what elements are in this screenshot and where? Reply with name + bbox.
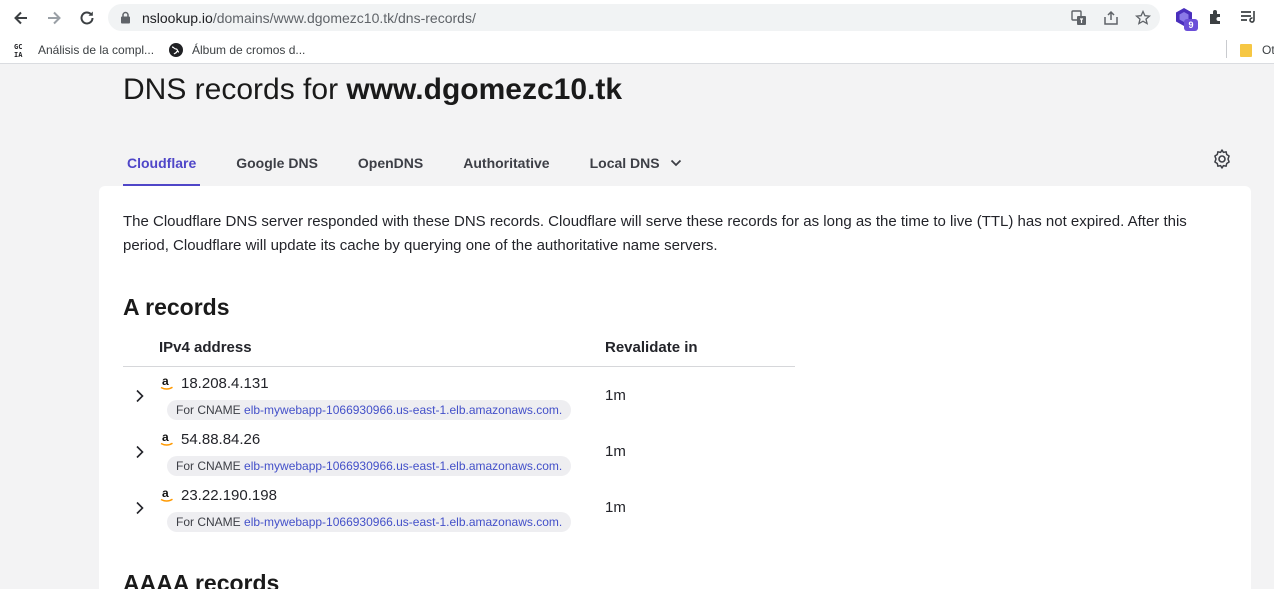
tab-google-dns[interactable]: Google DNS	[232, 140, 322, 186]
amazon-icon: a	[160, 431, 174, 447]
ai-icon: GC IA	[14, 42, 30, 58]
bookmark-label: Análisis de la compl...	[38, 43, 155, 57]
amazon-icon: a	[160, 487, 174, 503]
svg-text:a: a	[162, 487, 169, 500]
table-row: a 23.22.190.198 For CNAME elb-mywebapp-1…	[123, 479, 795, 535]
tab-opendns[interactable]: OpenDNS	[354, 140, 427, 186]
folder-icon	[1238, 42, 1254, 58]
bookmarks-bar: GC IA Análisis de la compl... Álbum de cr…	[0, 35, 1274, 64]
cname-pill: For CNAME elb-mywebapp-1066930966.us-eas…	[167, 512, 572, 532]
aaaa-records-title: AAAA records	[123, 570, 280, 589]
tab-local-dns[interactable]: Local DNS	[586, 140, 686, 186]
reload-icon	[80, 11, 94, 25]
cname-pill: For CNAME elb-mywebapp-1066930966.us-eas…	[167, 456, 572, 476]
bookmark-item[interactable]: GC IA Análisis de la compl...	[14, 41, 154, 59]
chevron-right-icon[interactable]	[133, 389, 147, 403]
column-ipv4: IPv4 address	[159, 339, 252, 356]
ip-address: 54.88.84.26	[181, 431, 261, 448]
revalidate-value: 1m	[605, 443, 626, 460]
star-icon[interactable]	[1134, 9, 1152, 27]
svg-text:IA: IA	[14, 51, 23, 58]
a-records-table: IPv4 address Revalidate in a 18.208.4.13…	[123, 333, 795, 535]
revalidate-value: 1m	[605, 499, 626, 516]
ip-address: 18.208.4.131	[181, 375, 269, 392]
chevron-down-icon	[670, 159, 682, 167]
gear-icon	[1214, 149, 1230, 169]
tab-authoritative[interactable]: Authoritative	[459, 140, 553, 186]
arrow-right-icon	[48, 11, 61, 25]
revalidate-value: 1m	[605, 387, 626, 404]
page-title: DNS records for www.dgomezc10.tk	[123, 73, 623, 106]
page-content: DNS records for www.dgomezc10.tk Cloudfl…	[0, 65, 1274, 589]
extension-badge: 9	[1184, 19, 1198, 31]
cname-pill: For CNAME elb-mywebapp-1066930966.us-eas…	[167, 400, 572, 420]
cname-link[interactable]: elb-mywebapp-1066930966.us-east-1.elb.am…	[244, 515, 562, 529]
cname-link[interactable]: elb-mywebapp-1066930966.us-east-1.elb.am…	[244, 403, 562, 417]
svg-text:a: a	[162, 431, 169, 444]
extensions-puzzle-icon[interactable]	[1205, 6, 1227, 28]
table-row: a 54.88.84.26 For CNAME elb-mywebapp-106…	[123, 423, 795, 479]
a-records-title: A records	[123, 294, 230, 320]
domain-name: www.dgomezc10.tk	[346, 73, 623, 106]
amazon-icon: a	[160, 375, 174, 391]
settings-button[interactable]	[1211, 148, 1233, 170]
records-card: The Cloudflare DNS server responded with…	[99, 186, 1251, 589]
reading-list-icon[interactable]	[1237, 6, 1259, 28]
translate-icon[interactable]	[1070, 9, 1088, 27]
back-button[interactable]	[9, 6, 33, 30]
browser-toolbar: nslookup.io/domains/www.dgomezc10.tk/dns…	[0, 0, 1274, 35]
share-icon[interactable]	[1102, 9, 1120, 27]
ip-address: 23.22.190.198	[181, 487, 277, 504]
other-bookmarks[interactable]: Ot	[1238, 41, 1274, 59]
lock-icon	[121, 11, 130, 24]
svg-text:GC: GC	[14, 43, 22, 51]
resolver-tabs: Cloudflare Google DNS OpenDNS Authoritat…	[123, 140, 718, 186]
column-revalidate: Revalidate in	[605, 339, 698, 356]
tab-cloudflare[interactable]: Cloudflare	[123, 140, 201, 186]
forward-button[interactable]	[42, 6, 66, 30]
bookmark-separator	[1226, 40, 1227, 58]
globe-icon	[168, 42, 184, 58]
chevron-right-icon[interactable]	[133, 445, 147, 459]
address-bar[interactable]: nslookup.io/domains/www.dgomezc10.tk/dns…	[108, 4, 1160, 31]
arrow-left-icon	[14, 11, 27, 25]
bookmark-label: Álbum de cromos d...	[192, 43, 306, 57]
cname-link[interactable]: elb-mywebapp-1066930966.us-east-1.elb.am…	[244, 459, 562, 473]
bookmark-item[interactable]: Álbum de cromos d...	[168, 41, 305, 59]
svg-text:a: a	[162, 375, 169, 388]
intro-text: The Cloudflare DNS server responded with…	[123, 213, 1187, 254]
table-header: IPv4 address Revalidate in	[123, 333, 795, 367]
url-text: nslookup.io/domains/www.dgomezc10.tk/dns…	[142, 10, 476, 26]
reload-button[interactable]	[75, 6, 99, 30]
other-bookmarks-label: Ot	[1262, 43, 1274, 57]
table-row: a 18.208.4.131 For CNAME elb-mywebapp-10…	[123, 367, 795, 423]
chevron-right-icon[interactable]	[133, 501, 147, 515]
